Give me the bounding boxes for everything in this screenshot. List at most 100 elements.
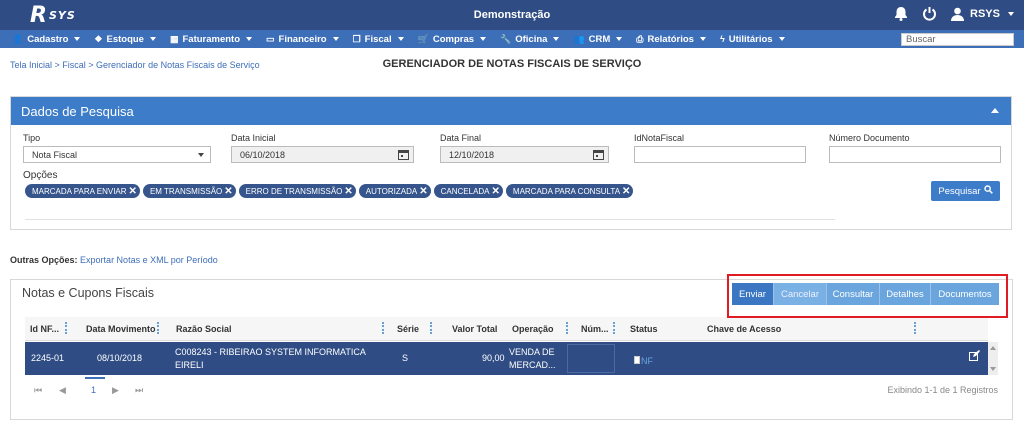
close-icon[interactable]: ✕ — [419, 186, 427, 197]
menu-estoque[interactable]: ❖ Estoque — [94, 34, 156, 45]
chevron-down-icon — [778, 37, 785, 41]
cell-status[interactable]: NF — [634, 356, 653, 366]
chip-erro-transmissao[interactable]: ERRO DE TRANSMISSÃO ✕ — [238, 184, 356, 198]
outras-opcoes: Outras Opções: Exportar Notas e XML por … — [10, 255, 218, 265]
chevron-down-icon — [553, 37, 560, 41]
table-row[interactable]: 2245-01 08/10/2018 C008243 - RIBEIRAO SY… — [25, 342, 988, 375]
calendar-icon[interactable] — [398, 149, 409, 162]
chip-em-transmissao[interactable]: EM TRANSMISSÃO ✕ — [142, 184, 236, 198]
tipo-field: Tipo Nota Fiscal — [23, 133, 211, 163]
close-icon[interactable]: ✕ — [129, 186, 137, 197]
col-operacao[interactable]: Operação — [512, 324, 554, 334]
user-name: RSYS — [970, 7, 1000, 20]
chip-marcada-consulta[interactable]: MARCADA PARA CONSULTA ✕ — [505, 184, 634, 198]
cell-valor: 90,00 — [482, 353, 505, 363]
col-status[interactable]: Status — [630, 324, 658, 334]
menu-relatorios[interactable]: ⎙ Relatórios — [636, 34, 706, 45]
data-inicial-label: Data Inicial — [231, 133, 276, 143]
data-final-field: Data Final 12/10/2018 — [440, 133, 609, 163]
column-menu-icon[interactable] — [566, 322, 568, 334]
edit-icon[interactable] — [969, 350, 980, 363]
numero-doc-input[interactable] — [829, 146, 1001, 163]
close-icon[interactable]: ✕ — [492, 186, 500, 197]
numero-doc-label: Número Documento — [829, 133, 910, 143]
menu-oficina[interactable]: 🔧 Oficina — [500, 33, 560, 45]
opcoes-label: Opções — [23, 170, 58, 181]
search-panel: Dados de Pesquisa Tipo Nota Fiscal Data … — [10, 96, 1012, 230]
divider — [25, 219, 835, 220]
tipo-select[interactable]: Nota Fiscal — [23, 146, 211, 163]
search-icon — [983, 185, 993, 197]
chevron-down-icon — [198, 153, 204, 157]
power-icon[interactable] — [922, 6, 937, 21]
col-chave-acesso[interactable]: Chave de Acesso — [707, 324, 781, 334]
column-menu-icon[interactable] — [613, 322, 615, 334]
page-title: GERENCIADOR DE NOTAS FISCAIS DE SERVIÇO — [382, 58, 642, 70]
cell-razao-2: EIRELI — [175, 360, 204, 370]
menu-crm[interactable]: 👥 CRM — [573, 34, 623, 45]
next-page-icon[interactable]: ▶ — [112, 385, 119, 396]
bell-icon[interactable] — [894, 6, 908, 21]
chip-cancelada[interactable]: CANCELADA ✕ — [433, 184, 503, 198]
collapse-icon[interactable] — [991, 108, 999, 113]
close-icon[interactable]: ✕ — [344, 186, 352, 197]
column-menu-icon[interactable] — [65, 322, 67, 334]
file-icon: ❐ — [352, 33, 361, 44]
first-page-icon[interactable]: ⏮ — [34, 385, 42, 396]
pesquisar-button[interactable]: Pesquisar — [931, 181, 1000, 201]
cell-operacao-1: VENDA DE — [509, 347, 555, 357]
col-numero[interactable]: Núm... — [581, 324, 609, 334]
cell-id: 2245-01 — [31, 353, 65, 363]
numero-doc-field: Número Documento — [829, 133, 1001, 163]
pager-info: Exibindo 1-1 de 1 Registros — [887, 385, 998, 395]
col-serie[interactable]: Série — [397, 324, 419, 334]
company-name: Demonstração — [473, 9, 551, 21]
column-menu-icon[interactable] — [914, 322, 916, 334]
cell-razao-1: C008243 - RIBEIRAO SYSTEM INFORMATICA — [175, 347, 366, 357]
menu-faturamento[interactable]: ▦ Faturamento — [170, 34, 253, 45]
chevron-down-icon — [397, 37, 404, 41]
search-panel-header[interactable]: Dados de Pesquisa — [11, 97, 1011, 125]
chevron-down-icon — [149, 37, 156, 41]
menu-utilitarios[interactable]: ϟ Utilitários — [720, 34, 785, 45]
data-inicial-input[interactable]: 06/10/2018 — [231, 146, 414, 163]
chip-autorizada[interactable]: AUTORIZADA ✕ — [358, 184, 431, 198]
cell-numero — [567, 344, 615, 373]
user-menu[interactable]: RSYS — [951, 7, 1014, 21]
chevron-down-icon — [616, 37, 623, 41]
chip-marcada-enviar[interactable]: MARCADA PARA ENVIAR ✕ — [25, 184, 140, 198]
col-id-nf[interactable]: Id NF... — [30, 324, 59, 334]
top-bar: R SYS Demonstração RSYS — [0, 0, 1024, 30]
data-inicial-field: Data Inicial 06/10/2018 — [231, 133, 414, 163]
col-razao-social[interactable]: Razão Social — [176, 324, 232, 334]
calendar-icon[interactable] — [593, 149, 604, 162]
tipo-label: Tipo — [23, 133, 41, 143]
menu-cadastro[interactable]: 👤 Cadastro — [12, 33, 81, 45]
col-data-movimento[interactable]: Data Movimento — [86, 324, 156, 334]
data-final-label: Data Final — [440, 133, 482, 143]
exportar-link[interactable]: Exportar Notas e XML por Período — [80, 255, 218, 265]
last-page-icon[interactable]: ⏭ — [135, 385, 143, 396]
menu-financeiro[interactable]: ▭ Financeiro — [266, 34, 339, 45]
close-icon[interactable]: ✕ — [622, 186, 630, 197]
wrench-icon: 🔧 — [500, 33, 512, 44]
column-menu-icon[interactable] — [430, 322, 432, 334]
close-icon[interactable]: ✕ — [224, 186, 232, 197]
search-input[interactable]: Buscar — [901, 33, 1014, 46]
bolt-icon: ϟ — [719, 34, 725, 44]
user-icon: 👤 — [12, 33, 24, 44]
prev-page-icon[interactable]: ◀ — [59, 385, 66, 396]
id-nota-input[interactable] — [634, 146, 806, 163]
menu-fiscal[interactable]: ❐ Fiscal — [353, 34, 404, 45]
id-nota-label: IdNotaFiscal — [634, 133, 685, 143]
column-menu-icon[interactable] — [157, 322, 159, 334]
page-number[interactable]: 1 — [91, 385, 96, 395]
col-valor-total[interactable]: Valor Total — [452, 324, 497, 334]
pager: ⏮ ◀ 1 ▶ ⏭ Exibindo 1-1 de 1 Registros — [25, 377, 998, 405]
menu-compras[interactable]: 🛒 Compras — [418, 34, 487, 45]
cell-serie: S — [402, 353, 409, 363]
data-final-input[interactable]: 12/10/2018 — [440, 146, 609, 163]
table-scrollbar[interactable] — [988, 342, 998, 375]
column-menu-icon[interactable] — [382, 322, 384, 334]
opcoes-chips: MARCADA PARA ENVIAR ✕ EM TRANSMISSÃO ✕ ERR… — [25, 184, 634, 198]
